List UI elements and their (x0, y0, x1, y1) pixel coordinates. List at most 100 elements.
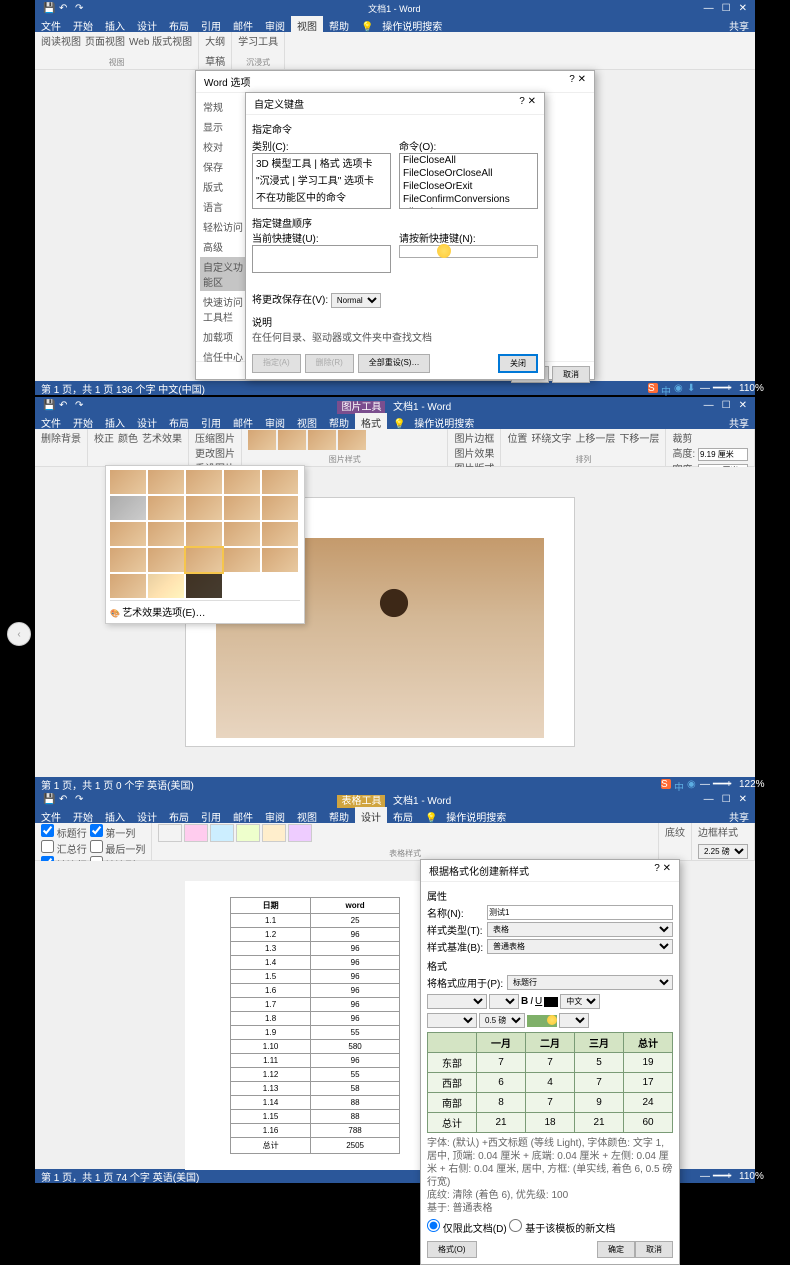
table-row[interactable]: 1.1358 (231, 1082, 400, 1096)
table-style-thumb[interactable] (262, 824, 286, 842)
line-style[interactable] (427, 1013, 477, 1028)
redo-icon[interactable]: ↷ (75, 794, 85, 804)
reset-all-button[interactable]: 全部重设(S)… (358, 354, 431, 373)
share-button[interactable]: 共享 (723, 413, 755, 429)
tab-review[interactable]: 审阅 (259, 16, 291, 32)
tab-design[interactable]: 设计 (131, 16, 163, 32)
tab-layout[interactable]: 布局 (163, 16, 195, 32)
table-row[interactable]: 1.1196 (231, 1054, 400, 1068)
side-advanced[interactable]: 高级 (200, 237, 247, 256)
color-button[interactable] (544, 997, 558, 1007)
table-style-thumb[interactable] (158, 824, 182, 842)
header-row-check[interactable] (41, 824, 54, 837)
tab-mailings[interactable]: 邮件 (227, 16, 259, 32)
undo-icon[interactable]: ↶ (59, 3, 69, 13)
lang-select[interactable]: 中文 (560, 994, 600, 1009)
ime-icon[interactable]: S (648, 383, 658, 393)
table-row[interactable]: 总计2505 (231, 1138, 400, 1154)
zoom-level[interactable]: 122% (739, 779, 749, 789)
tab-view[interactable]: 视图 (291, 16, 323, 32)
side-customize-ribbon[interactable]: 自定义功能区 (200, 257, 247, 291)
search-hint[interactable]: 💡 操作说明搜索 (387, 413, 486, 429)
tab-home[interactable]: 开始 (67, 807, 99, 823)
effect-thumb[interactable] (110, 548, 146, 572)
close-icon[interactable]: ✕ (578, 74, 586, 85)
share-button[interactable]: 共享 (723, 16, 755, 32)
tab-insert[interactable]: 插入 (99, 807, 131, 823)
border-select[interactable] (559, 1013, 589, 1028)
maximize-icon[interactable]: ☐ (722, 794, 731, 805)
table-row[interactable]: 1.125 (231, 914, 400, 928)
undo-icon[interactable]: ↶ (59, 400, 69, 410)
save-in-select[interactable]: Normal (331, 293, 381, 308)
italic-button[interactable]: I (530, 996, 533, 1007)
remove-button[interactable]: 删除(R) (305, 354, 354, 373)
underline-button[interactable]: U (535, 996, 542, 1007)
learning-tools[interactable]: 学习工具 (238, 33, 278, 48)
tab-view[interactable]: 视图 (291, 413, 323, 429)
cancel-button[interactable]: 取消 (635, 1241, 673, 1258)
shading[interactable]: 底纹 (665, 824, 685, 839)
effect-thumb[interactable] (224, 496, 260, 520)
tab-mailings[interactable]: 邮件 (227, 807, 259, 823)
zoom-level[interactable]: 110% (739, 383, 749, 393)
effect-thumb[interactable] (148, 496, 184, 520)
save-icon[interactable]: 💾 (43, 3, 53, 13)
side-general[interactable]: 常规 (200, 97, 247, 116)
status-icon[interactable]: 中 (661, 383, 671, 393)
status-icon[interactable]: ◉ (674, 383, 684, 393)
effect-thumb[interactable] (148, 574, 184, 598)
effect-thumb[interactable] (148, 522, 184, 546)
bold-button[interactable]: B (521, 996, 528, 1007)
side-addins[interactable]: 加载项 (200, 327, 247, 346)
line-weight[interactable]: 0.5 磅 (479, 1013, 525, 1028)
template-radio[interactable] (509, 1219, 522, 1232)
tab-references[interactable]: 引用 (195, 413, 227, 429)
side-save[interactable]: 保存 (200, 157, 247, 176)
tab-mailings[interactable]: 邮件 (227, 413, 259, 429)
table-row[interactable]: 1.896 (231, 1012, 400, 1026)
effect-thumb[interactable] (110, 522, 146, 546)
side-language[interactable]: 语言 (200, 197, 247, 216)
tab-insert[interactable]: 插入 (99, 16, 131, 32)
font-select[interactable] (427, 994, 487, 1009)
side-ease[interactable]: 轻松访问 (200, 217, 247, 236)
effect-thumb[interactable] (110, 470, 146, 494)
border-weight[interactable]: 2.25 磅 (698, 844, 748, 859)
doc-only-radio[interactable] (427, 1219, 440, 1232)
effects-options[interactable]: 🎨 艺术效果选项(E)… (110, 600, 300, 619)
maximize-icon[interactable]: ☐ (722, 400, 731, 411)
tab-design[interactable]: 设计 (131, 413, 163, 429)
search-hint[interactable]: 💡 操作说明搜索 (419, 807, 518, 823)
close-icon[interactable]: ✕ (528, 96, 536, 107)
close-icon[interactable]: ✕ (663, 863, 671, 874)
effect-thumb[interactable] (224, 470, 260, 494)
tab-design[interactable]: 设计 (131, 807, 163, 823)
side-trust[interactable]: 信任中心 (200, 347, 247, 366)
table-style-thumb[interactable] (210, 824, 234, 842)
color[interactable]: 颜色 (118, 430, 138, 445)
size-select[interactable] (489, 994, 519, 1009)
side-qat[interactable]: 快速访问工具栏 (200, 292, 247, 326)
effect-thumb[interactable] (224, 522, 260, 546)
tab-file[interactable]: 文件 (35, 413, 67, 429)
table-row[interactable]: 1.16788 (231, 1124, 400, 1138)
web-layout[interactable]: Web 版式视图 (129, 33, 192, 48)
effect-thumb[interactable] (186, 574, 222, 598)
minimize-icon[interactable]: — (704, 794, 714, 805)
effect-thumb[interactable] (186, 470, 222, 494)
side-proofing[interactable]: 校对 (200, 137, 247, 156)
redo-icon[interactable]: ↷ (75, 3, 85, 13)
close-icon[interactable]: ✕ (739, 3, 747, 14)
tab-references[interactable]: 引用 (195, 16, 227, 32)
tab-help[interactable]: 帮助 (323, 413, 355, 429)
table-style-thumb[interactable] (236, 824, 260, 842)
close-icon[interactable]: ✕ (739, 794, 747, 805)
apply-to-select[interactable]: 标题行 (507, 975, 673, 990)
height-input[interactable] (698, 448, 748, 461)
effect-thumb[interactable] (110, 496, 146, 520)
fill-button[interactable] (527, 1015, 557, 1027)
table-row[interactable]: 1.1588 (231, 1110, 400, 1124)
table-style-thumb[interactable] (184, 824, 208, 842)
assign-button[interactable]: 指定(A) (252, 354, 301, 373)
